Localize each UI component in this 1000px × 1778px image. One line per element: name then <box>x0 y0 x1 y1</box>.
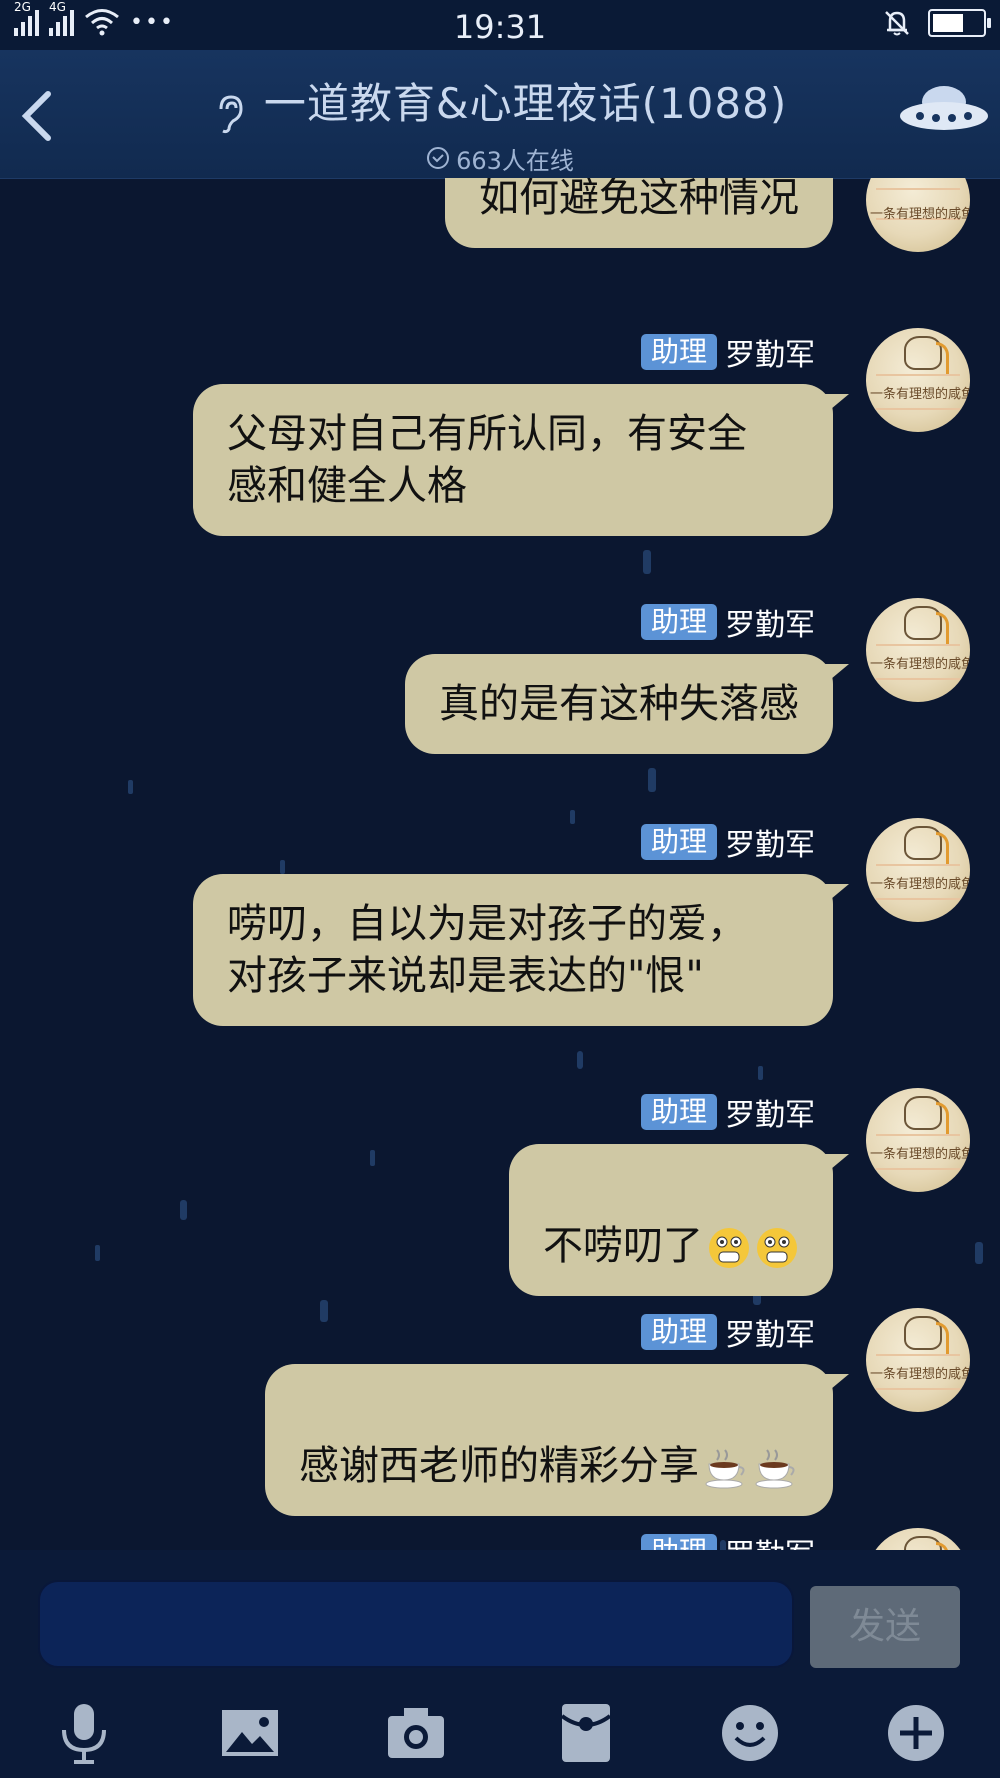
emoji-icon[interactable] <box>720 1700 780 1766</box>
avatar-text: 一条有理想的咸鱼 <box>870 1367 970 1382</box>
avatar-text: 一条有理想的咸鱼 <box>870 207 970 222</box>
message-bubble[interactable]: 真的是有这种失落感 <box>405 654 849 754</box>
online-count: 663人在线 <box>456 146 574 175</box>
chat-message: 助理 罗勤军 <box>0 1528 970 1550</box>
sender-name[interactable]: 罗勤军 <box>725 1310 815 1354</box>
message-bubble[interactable]: 感谢西老师的精彩分享 <box>265 1364 849 1516</box>
avatar[interactable]: 一条有理想的咸鱼 <box>866 1308 970 1412</box>
avatar-text: 一条有理想的咸鱼 <box>870 657 970 672</box>
ear-icon <box>219 94 243 133</box>
ufo-icon[interactable] <box>898 80 990 140</box>
chat-message: 一条有理想的咸鱼 助理 罗勤军 感谢西老师的精彩分享 <box>0 1308 970 1516</box>
assistant-badge: 助理 <box>640 1314 717 1350</box>
sender-line: 助理 罗勤军 <box>640 1530 815 1550</box>
assistant-badge: 助理 <box>640 334 717 370</box>
status-bar: 2G 4G ••• 19:31 <box>0 0 1000 50</box>
message-bubble[interactable]: 不唠叨了 <box>509 1144 849 1296</box>
check-circle-icon <box>427 147 450 169</box>
assistant-badge: 助理 <box>640 604 717 640</box>
sender-line: 助理 罗勤军 <box>640 1310 815 1354</box>
microphone-icon[interactable] <box>54 1700 114 1766</box>
image-icon[interactable] <box>220 1700 280 1766</box>
sender-name[interactable]: 罗勤军 <box>725 1530 815 1550</box>
chat-message: 一条有理想的咸鱼 助理 罗勤军 不唠叨了 <box>0 1088 970 1296</box>
avatar[interactable] <box>866 1528 970 1550</box>
mute-bell-icon <box>885 11 909 36</box>
message-bubble[interactable]: 唠叨，自以为是对孩子的爱， 对孩子来说却是表达的"恨" <box>193 874 849 1026</box>
input-toolbar <box>0 1700 1000 1770</box>
sender-name[interactable]: 罗勤军 <box>725 600 815 644</box>
status-time: 19:31 <box>453 8 547 46</box>
chat-message: 一条有理想的咸鱼 如何避免这种情况 <box>0 178 970 268</box>
sender-name[interactable]: 罗勤军 <box>725 1090 815 1134</box>
shocked-face-icon <box>709 1228 749 1268</box>
message-text: 感谢西老师的精彩分享 <box>299 1443 699 1489</box>
plus-icon[interactable] <box>886 1700 946 1766</box>
group-title: 一道教育&心理夜话(1088) <box>263 79 788 128</box>
chat-header: 一道教育&心理夜话(1088) 663人在线 <box>0 50 1000 179</box>
avatar-text: 一条有理想的咸鱼 <box>870 877 970 892</box>
assistant-badge: 助理 <box>640 824 717 860</box>
chat-message: 一条有理想的咸鱼 助理 罗勤军 真的是有这种失落感 <box>0 598 970 758</box>
avatar[interactable]: 一条有理想的咸鱼 <box>866 1088 970 1192</box>
sender-line: 助理 罗勤军 <box>640 1090 815 1134</box>
message-bubble[interactable]: 父母对自己有所认同，有安全 感和健全人格 <box>193 384 849 536</box>
battery-icon <box>928 9 991 37</box>
assistant-badge: 助理 <box>640 1534 717 1550</box>
header-title-area[interactable]: 一道教育&心理夜话(1088) 663人在线 <box>0 70 1000 176</box>
avatar[interactable]: 一条有理想的咸鱼 <box>866 598 970 702</box>
red-packet-icon[interactable] <box>556 1700 616 1766</box>
assistant-badge: 助理 <box>640 1094 717 1130</box>
input-bar: 发送 <box>0 1550 1000 1778</box>
sender-line: 助理 罗勤军 <box>640 330 815 374</box>
coffee-cup-icon <box>755 1449 795 1489</box>
send-button[interactable]: 发送 <box>810 1586 960 1668</box>
message-text: 不唠叨了 <box>543 1223 703 1269</box>
shocked-face-icon <box>757 1228 797 1268</box>
avatar-text: 一条有理想的咸鱼 <box>870 1147 970 1162</box>
avatar-text: 一条有理想的咸鱼 <box>870 387 970 402</box>
sender-name[interactable]: 罗勤军 <box>725 820 815 864</box>
status-right <box>882 8 991 38</box>
avatar[interactable]: 一条有理想的咸鱼 <box>866 328 970 432</box>
message-bubble[interactable]: 如何避免这种情况 <box>445 178 833 248</box>
chat-message: 一条有理想的咸鱼 助理 罗勤军 唠叨，自以为是对孩子的爱， 对孩子来说却是表达的… <box>0 818 970 1038</box>
chat-message-list[interactable]: 一条有理想的咸鱼 如何避免这种情况 一条有理想的咸鱼 助理 罗勤军 父母对自己有… <box>0 178 1000 1550</box>
camera-icon[interactable] <box>386 1700 446 1766</box>
avatar[interactable]: 一条有理想的咸鱼 <box>866 818 970 922</box>
message-input[interactable] <box>38 1580 794 1668</box>
avatar[interactable]: 一条有理想的咸鱼 <box>866 178 970 252</box>
sender-name[interactable]: 罗勤军 <box>725 330 815 374</box>
online-status: 663人在线 <box>0 141 1000 176</box>
sender-line: 助理 罗勤军 <box>640 600 815 644</box>
coffee-cup-icon <box>705 1449 745 1489</box>
sender-line: 助理 罗勤军 <box>640 820 815 864</box>
chat-message: 一条有理想的咸鱼 助理 罗勤军 父母对自己有所认同，有安全 感和健全人格 <box>0 328 970 538</box>
